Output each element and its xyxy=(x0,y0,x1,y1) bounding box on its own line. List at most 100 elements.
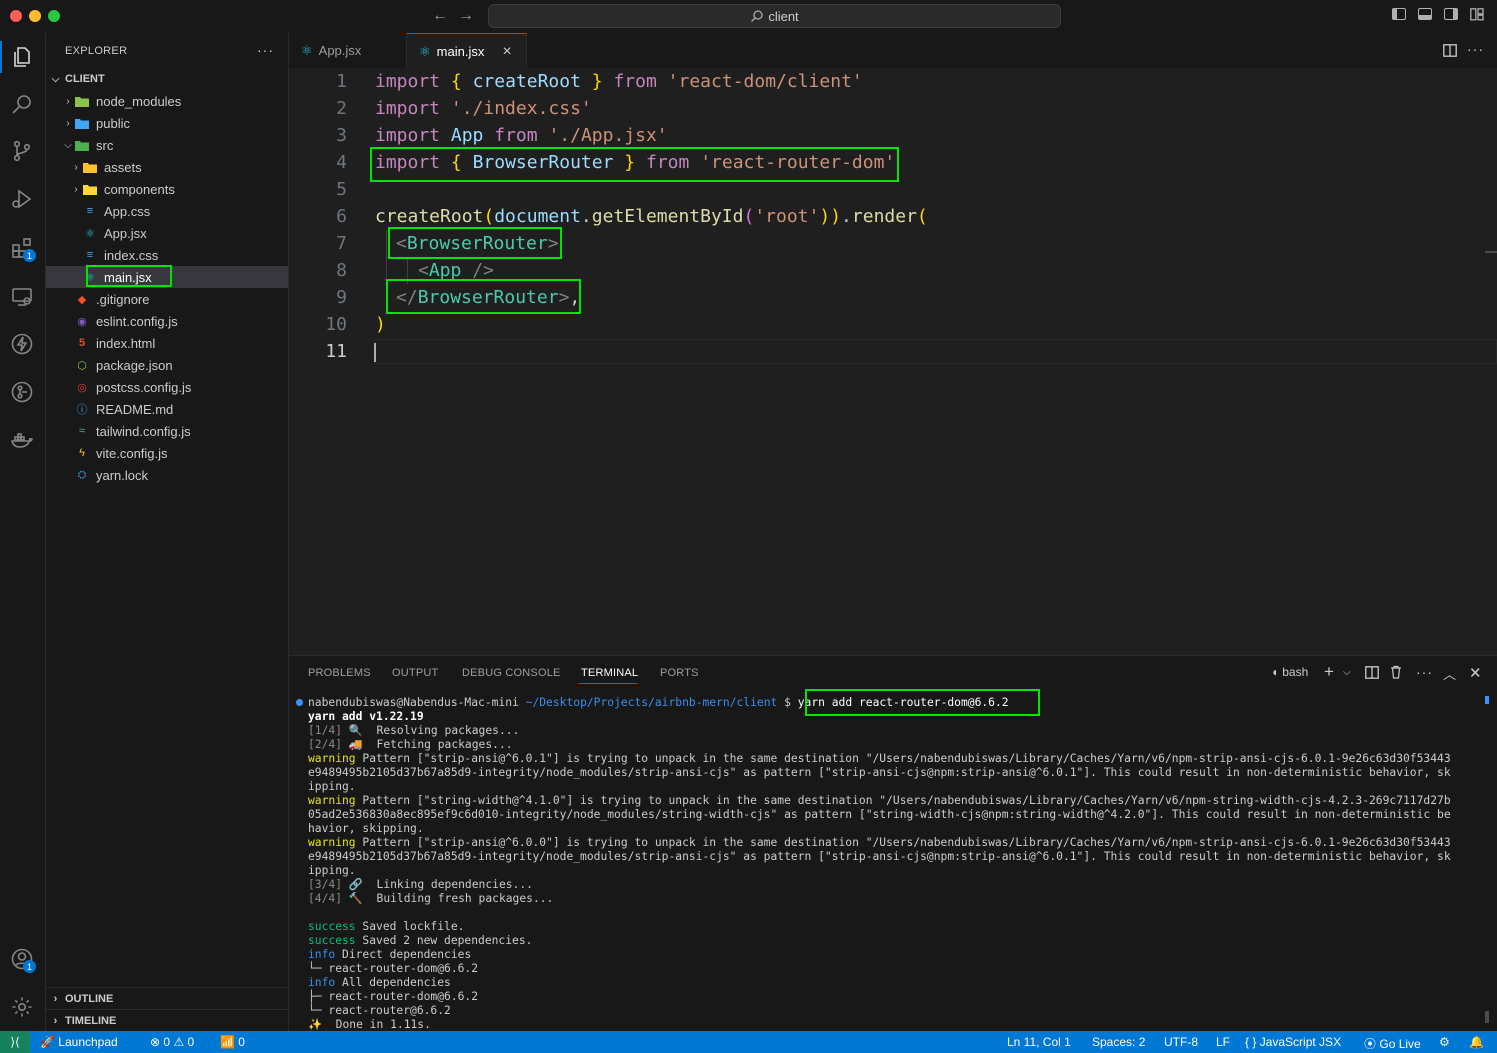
code-line-2: import './index.css' xyxy=(375,98,592,119)
code-line-10: ) xyxy=(375,314,386,335)
tree-item-src[interactable]: ⌵ src xyxy=(46,134,288,156)
go-live-button[interactable]: ⦿ Go Live xyxy=(1364,1035,1421,1052)
ports-item[interactable]: 📶 0 xyxy=(220,1035,245,1049)
split-editor-icon[interactable] xyxy=(1443,44,1457,57)
tree-item-label: yarn.lock xyxy=(96,467,149,483)
tree-item-app-css[interactable]: ≡ App.css xyxy=(46,200,288,222)
react-file-icon: ⚛ xyxy=(85,227,95,240)
manage-gear-icon[interactable] xyxy=(8,993,36,1021)
toggle-secondary-sidebar-icon[interactable] xyxy=(1444,8,1458,20)
notifications-bell-icon[interactable]: 🔔 xyxy=(1469,1035,1484,1049)
tree-item-node-modules[interactable]: › node_modules xyxy=(46,90,288,112)
remote-explorer-icon[interactable] xyxy=(8,283,36,311)
line-number: 9 xyxy=(336,287,347,308)
tab-main-jsx[interactable]: ⚛ main.jsx × xyxy=(407,33,527,69)
forward-arrow-icon[interactable]: → xyxy=(458,7,474,25)
source-control-icon[interactable] xyxy=(8,137,36,165)
minimize-window-button[interactable] xyxy=(29,10,41,22)
tree-item-readme[interactable]: ⓘ README.md xyxy=(46,398,288,420)
accounts-icon[interactable]: 1 xyxy=(8,945,36,973)
tree-item-components[interactable]: › components xyxy=(46,178,288,200)
search-text: client xyxy=(768,8,799,24)
tree-item-index-css[interactable]: ≡ index.css xyxy=(46,244,288,266)
chevron-right-icon: › xyxy=(53,993,58,1005)
tree-item-label: public xyxy=(96,115,130,131)
terminal-output[interactable]: nabendubiswas@Nabendus-Mac-mini ~/Deskto… xyxy=(308,696,1488,1032)
html-file-icon: 5 xyxy=(78,337,86,349)
tree-item-postcss-config[interactable]: ◎ postcss.config.js xyxy=(46,376,288,398)
chevron-down-icon[interactable]: ⌵ xyxy=(1343,667,1351,678)
outline-label: OUTLINE xyxy=(65,993,114,1005)
toggle-panel-icon[interactable] xyxy=(1418,8,1432,20)
customize-layout-icon[interactable] xyxy=(1470,8,1484,21)
editor-more-actions[interactable]: ··· xyxy=(1467,41,1484,57)
remote-indicator-icon[interactable]: ⟩⟨ xyxy=(0,1031,30,1053)
trash-icon[interactable] xyxy=(1390,665,1402,679)
terminal-shell-selector[interactable]: ◖ bash xyxy=(1271,665,1308,679)
vite-file-icon: ϟ xyxy=(79,447,85,459)
tree-item-label: tailwind.config.js xyxy=(96,423,191,439)
tree-item-tailwind-config[interactable]: ≈ tailwind.config.js xyxy=(46,420,288,442)
extensions-icon[interactable]: 1 xyxy=(8,234,36,262)
tree-item-vite-config[interactable]: ϟ vite.config.js xyxy=(46,442,288,464)
launchpad-item[interactable]: 🚀 Launchpad xyxy=(40,1035,118,1049)
tree-item-label: App.jsx xyxy=(104,225,147,241)
new-terminal-plus-icon[interactable]: + xyxy=(1324,662,1334,682)
close-window-button[interactable] xyxy=(10,10,22,22)
problems-item[interactable]: ⊗ 0 ⚠ 0 xyxy=(150,1035,194,1049)
explorer-more-actions[interactable]: ··· xyxy=(257,42,274,58)
tree-item-assets[interactable]: › assets xyxy=(46,156,288,178)
indentation[interactable]: Spaces: 2 xyxy=(1092,1035,1145,1049)
toggle-primary-sidebar-icon[interactable] xyxy=(1392,8,1406,20)
tab-app-jsx[interactable]: ⚛ App.jsx xyxy=(289,33,407,68)
prompt-dollar: $ xyxy=(784,696,791,709)
editor-tab-bar: ⚛ App.jsx ⚛ main.jsx × ··· xyxy=(289,33,1497,69)
minimap-slider[interactable] xyxy=(1485,251,1497,253)
search-icon[interactable] xyxy=(8,90,36,118)
tree-item-app-jsx[interactable]: ⚛ App.jsx xyxy=(46,222,288,244)
split-terminal-icon[interactable] xyxy=(1365,666,1379,679)
tab-terminal[interactable]: TERMINAL xyxy=(581,667,638,679)
cursor-position[interactable]: Ln 11, Col 1 xyxy=(1007,1035,1071,1049)
tree-item-eslint-config[interactable]: ◉ eslint.config.js xyxy=(46,310,288,332)
status-bar: ⟩⟨ 🚀 Launchpad ⊗ 0 ⚠ 0 📶 0 Ln 11, Col 1 … xyxy=(0,1031,1497,1053)
end-of-line[interactable]: LF xyxy=(1216,1035,1230,1049)
copilot-icon[interactable]: ⚙ xyxy=(1439,1035,1450,1049)
maximize-panel-icon[interactable]: ︿ xyxy=(1443,664,1456,683)
line-number: 3 xyxy=(336,125,347,146)
close-panel-icon[interactable]: ✕ xyxy=(1469,664,1482,682)
tree-item-gitignore[interactable]: ◆ .gitignore xyxy=(46,288,288,310)
docker-icon[interactable] xyxy=(8,427,36,455)
tree-item-yarn-lock[interactable]: ⛭ yarn.lock xyxy=(46,464,288,486)
tab-ports[interactable]: PORTS xyxy=(660,667,699,679)
code-editor[interactable]: 1 2 3 4 5 6 7 8 9 10 11 import { createR… xyxy=(289,68,1497,654)
client-folder-header[interactable]: ⌵ CLIENT xyxy=(46,68,288,90)
command-center-search[interactable]: client xyxy=(488,4,1061,28)
run-and-debug-icon[interactable] xyxy=(8,185,36,213)
tree-item-public[interactable]: › public xyxy=(46,112,288,134)
tab-output[interactable]: OUTPUT xyxy=(392,667,438,679)
panel-more-actions[interactable]: ··· xyxy=(1416,664,1433,680)
back-arrow-icon[interactable]: ← xyxy=(432,7,448,25)
explorer-icon[interactable] xyxy=(8,43,36,71)
close-tab-icon[interactable]: × xyxy=(502,43,511,61)
tree-item-index-html[interactable]: 5 index.html xyxy=(46,332,288,354)
tree-item-label: README.md xyxy=(96,401,174,417)
folder-icon xyxy=(82,159,98,175)
tree-item-label: package.json xyxy=(96,357,173,373)
timeline-section-header[interactable]: › TIMELINE xyxy=(46,1010,288,1032)
thunder-client-icon[interactable] xyxy=(8,330,36,358)
folder-icon xyxy=(74,115,90,131)
encoding[interactable]: UTF-8 xyxy=(1164,1035,1198,1049)
language-mode[interactable]: { } JavaScript JSX xyxy=(1245,1035,1341,1049)
git-file-icon: ◆ xyxy=(77,293,87,306)
maximize-window-button[interactable] xyxy=(48,10,60,22)
line-number: 2 xyxy=(336,98,347,119)
gitlens-icon[interactable] xyxy=(8,378,36,406)
tab-problems[interactable]: PROBLEMS xyxy=(308,667,371,679)
tree-item-package-json[interactable]: ⬡ package.json xyxy=(46,354,288,376)
yarn-file-icon: ⛭ xyxy=(77,468,87,481)
terminal-scrollbar[interactable] xyxy=(1485,1011,1489,1023)
tab-debug-console[interactable]: DEBUG CONSOLE xyxy=(462,667,561,679)
outline-section-header[interactable]: › OUTLINE xyxy=(46,988,288,1010)
